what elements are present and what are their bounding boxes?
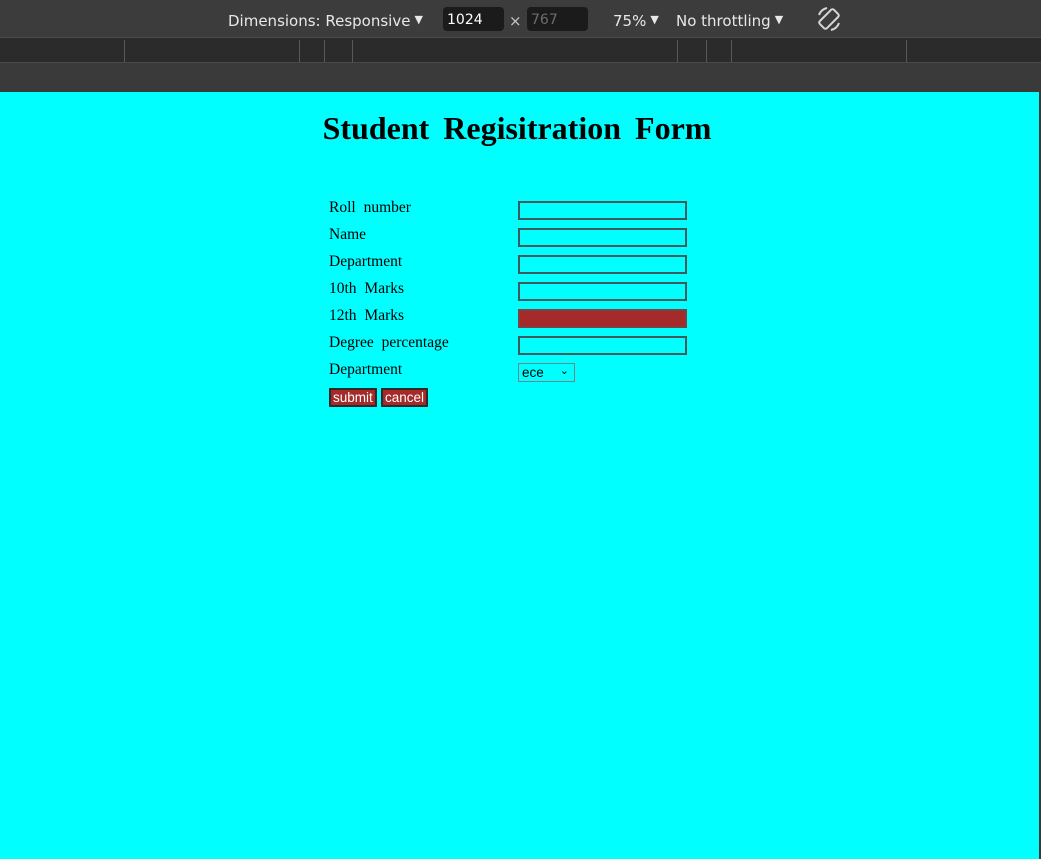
10th-marks-label: 10th Marks bbox=[329, 280, 405, 297]
throttling-dropdown[interactable]: No throttling ▼ bbox=[676, 0, 783, 37]
rotate-icon[interactable] bbox=[815, 5, 843, 33]
roll-number-input[interactable] bbox=[518, 201, 687, 220]
department-select-value: ece bbox=[522, 365, 544, 380]
ruler-tick[interactable] bbox=[906, 40, 907, 62]
chevron-down-icon: ⌄ bbox=[559, 365, 569, 377]
device-toolbar: Dimensions: Responsive ▼ 1024 × 767 75% ▼ … bbox=[0, 0, 1041, 37]
media-query-bar bbox=[0, 37, 1041, 63]
cancel-button[interactable]: cancel bbox=[381, 388, 429, 407]
10th-marks-input[interactable] bbox=[518, 282, 687, 301]
name-label: Name bbox=[329, 226, 367, 243]
form-row-department-select: Department ece ⌄ bbox=[329, 360, 699, 382]
times-icon: × bbox=[509, 12, 522, 30]
triangle-down-icon: ▼ bbox=[414, 13, 423, 26]
form-row-department: Department bbox=[329, 252, 699, 274]
department-select[interactable]: ece ⌄ bbox=[518, 363, 575, 382]
zoom-dropdown[interactable]: 75% ▼ bbox=[613, 0, 659, 37]
ruler-tick[interactable] bbox=[731, 40, 732, 62]
roll-number-label: Roll number bbox=[329, 199, 411, 216]
form-actions: submit cancel bbox=[329, 388, 699, 410]
name-input[interactable] bbox=[518, 228, 687, 247]
triangle-down-icon: ▼ bbox=[650, 13, 659, 26]
dimensions-dropdown[interactable]: Dimensions: Responsive ▼ bbox=[228, 0, 423, 37]
ruler-tick[interactable] bbox=[299, 40, 300, 62]
ruler-strip bbox=[0, 63, 1041, 92]
ruler-tick[interactable] bbox=[324, 40, 325, 62]
12th-marks-input[interactable] bbox=[518, 309, 687, 328]
height-input[interactable]: 767 bbox=[527, 7, 588, 31]
department-select-label: Department bbox=[329, 361, 403, 378]
form-row-roll-number: Roll number bbox=[329, 198, 699, 220]
department-input[interactable] bbox=[518, 255, 687, 274]
form-row-name: Name bbox=[329, 225, 699, 247]
ruler-tick[interactable] bbox=[706, 40, 707, 62]
width-input[interactable]: 1024 bbox=[443, 7, 504, 31]
submit-button[interactable]: submit bbox=[329, 388, 377, 407]
12th-marks-label: 12th Marks bbox=[329, 307, 405, 324]
ruler-tick[interactable] bbox=[124, 40, 125, 62]
triangle-down-icon: ▼ bbox=[774, 13, 784, 26]
dimensions-label: Dimensions: Responsive bbox=[228, 12, 411, 30]
form-row-12th-marks: 12th Marks bbox=[329, 306, 699, 328]
throttling-label: No throttling bbox=[676, 12, 771, 30]
page-title: Student Regisitration Form bbox=[322, 110, 712, 146]
zoom-label: 75% bbox=[613, 12, 647, 30]
ruler-tick[interactable] bbox=[677, 40, 678, 62]
form-row-degree-percentage: Degree percentage bbox=[329, 333, 699, 355]
department-label: Department bbox=[329, 253, 403, 270]
ruler-tick[interactable] bbox=[352, 40, 353, 62]
degree-percentage-label: Degree percentage bbox=[329, 334, 449, 351]
degree-percentage-input[interactable] bbox=[518, 336, 687, 355]
form-row-10th-marks: 10th Marks bbox=[329, 279, 699, 301]
